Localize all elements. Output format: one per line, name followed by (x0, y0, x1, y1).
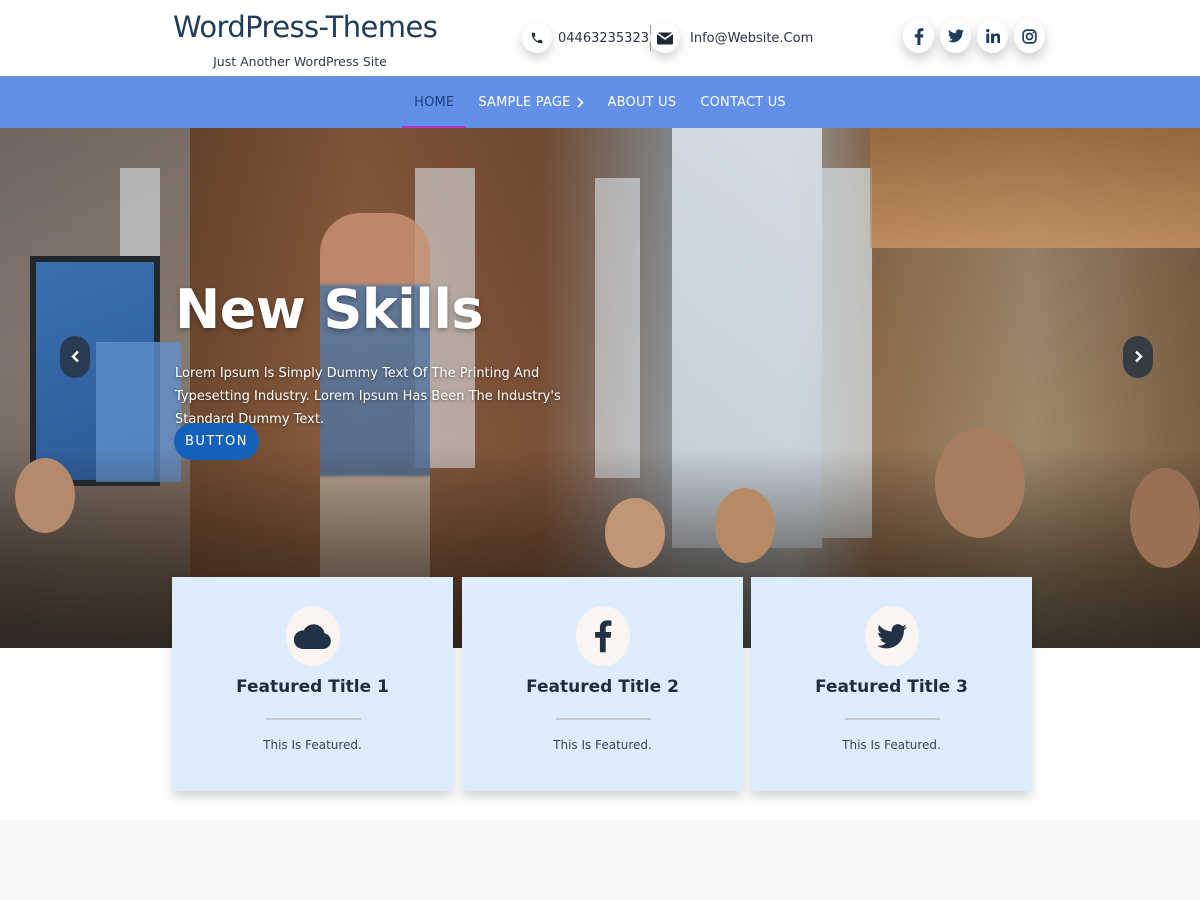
feature-title: Featured Title 2 (526, 677, 679, 697)
facebook-icon[interactable] (903, 19, 934, 53)
nav-menu: HOME SAMPLE PAGE ABOUT US CONTACT US (0, 76, 1200, 129)
nav-item-label: SAMPLE PAGE (478, 94, 571, 110)
envelope-icon (650, 23, 680, 53)
nav-item-sample-page[interactable]: SAMPLE PAGE (466, 76, 595, 128)
nav-item-home[interactable]: HOME (402, 76, 467, 129)
nav-item-contact-us[interactable]: CONTACT US (688, 76, 798, 128)
feature-text: This Is Featured. (263, 738, 362, 752)
feature-card[interactable]: Featured Title 1 This Is Featured. (172, 577, 453, 791)
hero-description: Lorem Ipsum Is Simply Dummy Text Of The … (175, 366, 561, 427)
featured-section: Featured Title 1 This Is Featured. Featu… (0, 577, 1200, 797)
feature-card[interactable]: Featured Title 3 This Is Featured. (751, 577, 1032, 791)
twitter-icon[interactable] (940, 19, 971, 53)
social-links (903, 19, 1045, 53)
main-navigation: HOME SAMPLE PAGE ABOUT US CONTACT US (0, 76, 1200, 129)
header-email: Info@Website.Com (650, 23, 813, 53)
hero-title: New Skills (175, 278, 483, 341)
feature-title: Featured Title 1 (236, 677, 389, 697)
hero-button[interactable]: BUTTON (174, 423, 259, 460)
feature-text: This Is Featured. (553, 738, 652, 752)
nav-item-label: ABOUT US (607, 94, 677, 110)
feature-divider (265, 718, 361, 720)
feature-divider (844, 718, 940, 720)
chevron-right-icon (576, 96, 584, 108)
site-title[interactable]: WordPress-Themes (173, 8, 438, 46)
hero-slider: New Skills Lorem Ipsum Is Simply Dummy T… (0, 128, 1200, 648)
slider-next-button[interactable] (1123, 336, 1153, 378)
chevron-left-icon (70, 348, 80, 367)
nav-item-label: HOME (414, 94, 455, 110)
feature-card[interactable]: Featured Title 2 This Is Featured. (462, 577, 743, 791)
feature-text: This Is Featured. (842, 738, 941, 752)
site-tagline: Just Another WordPress Site (213, 54, 387, 69)
instagram-icon[interactable] (1014, 19, 1045, 53)
next-section-background (0, 820, 1200, 900)
linkedin-icon[interactable] (977, 19, 1008, 53)
facebook-icon (575, 606, 630, 666)
header-phone: 04463235323 (522, 20, 649, 56)
email-address[interactable]: Info@Website.Com (690, 31, 813, 46)
feature-title: Featured Title 3 (815, 677, 968, 697)
phone-number[interactable]: 04463235323 (558, 31, 649, 46)
chevron-right-icon (1134, 348, 1143, 367)
feature-divider (555, 718, 651, 720)
nav-item-label: CONTACT US (700, 94, 786, 110)
site-header: WordPress-Themes Just Another WordPress … (0, 0, 1200, 76)
cloud-icon (285, 606, 340, 666)
phone-icon (522, 23, 552, 53)
nav-item-about-us[interactable]: ABOUT US (596, 76, 689, 128)
site-branding: WordPress-Themes Just Another WordPress … (173, 8, 438, 69)
twitter-icon (864, 606, 919, 666)
slider-prev-button[interactable] (60, 336, 90, 378)
